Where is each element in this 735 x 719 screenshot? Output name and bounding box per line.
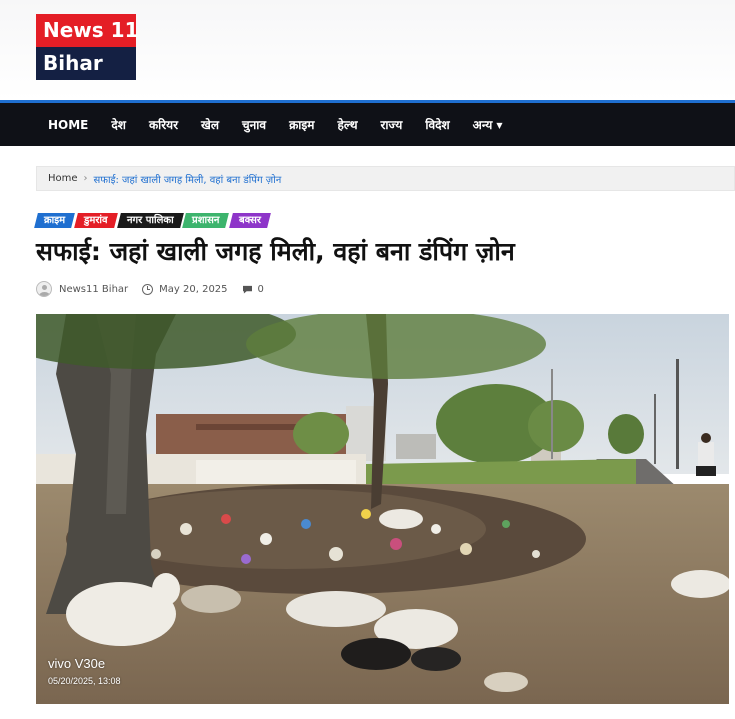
nav-item-videsh[interactable]: विदेश bbox=[425, 116, 449, 133]
main-nav: HOME देश करियर खेल चुनाव क्राइम हेल्थ रा… bbox=[0, 100, 735, 146]
tag-label: क्राइम bbox=[44, 215, 66, 226]
logo-text-top: News 11 bbox=[36, 14, 138, 47]
breadcrumb: Home › सफाई: जहां खाली जगह मिली, वहां बन… bbox=[36, 166, 735, 191]
tag-label: प्रशासन bbox=[192, 215, 220, 226]
tag-crime[interactable]: क्राइम bbox=[34, 213, 76, 228]
author-avatar[interactable] bbox=[36, 281, 52, 297]
nav-item-career[interactable]: करियर bbox=[149, 116, 178, 133]
logo-text-bottom: Bihar bbox=[36, 47, 136, 80]
breadcrumb-current: सफाई: जहां खाली जगह मिली, वहां बना डंपिं… bbox=[93, 174, 282, 186]
roadside-garbage-photo bbox=[36, 314, 729, 704]
site-header: News 11 Bihar bbox=[0, 0, 735, 100]
camera-watermark-model: vivo V30e bbox=[48, 656, 106, 671]
nav-item-khel[interactable]: खेल bbox=[201, 116, 219, 133]
tag-nagar-palika[interactable]: नगर पालिका bbox=[116, 213, 184, 228]
comment-icon bbox=[242, 285, 252, 294]
comment-count[interactable]: 0 bbox=[258, 284, 264, 295]
chevron-down-icon: ▼ bbox=[496, 121, 503, 130]
article-meta: News11 Bihar May 20, 2025 0 bbox=[36, 281, 264, 297]
category-tags: क्राइम डुमरांव नगर पालिका प्रशासन बक्सर bbox=[34, 213, 272, 228]
nav-item-anya-label: अन्य bbox=[472, 118, 493, 132]
tag-prashasan[interactable]: प्रशासन bbox=[182, 213, 230, 228]
nav-item-home[interactable]: HOME bbox=[48, 118, 88, 132]
tag-label: बक्सर bbox=[238, 215, 261, 226]
breadcrumb-home-link[interactable]: Home bbox=[48, 173, 78, 184]
nav-item-desh[interactable]: देश bbox=[111, 116, 126, 133]
article-title: सफाई: जहां खाली जगह मिली, वहां बना डंपिं… bbox=[36, 237, 515, 266]
nav-item-chunav[interactable]: चुनाव bbox=[242, 116, 266, 133]
tag-label: डुमरांव bbox=[84, 215, 108, 226]
tag-buxar[interactable]: बक्सर bbox=[228, 213, 271, 228]
chevron-right-icon: › bbox=[83, 173, 88, 184]
nav-item-rajya[interactable]: राज्य bbox=[381, 116, 403, 133]
nav-item-anya[interactable]: अन्य ▼ bbox=[473, 116, 503, 133]
article-featured-image: vivo V30e 05/20/2025, 13:08 bbox=[36, 314, 729, 704]
publish-date: May 20, 2025 bbox=[159, 283, 228, 295]
nav-item-health[interactable]: हेल्थ bbox=[337, 116, 357, 133]
camera-watermark-timestamp: 05/20/2025, 13:08 bbox=[48, 676, 121, 686]
author-name[interactable]: News11 Bihar bbox=[59, 284, 128, 295]
tag-dumraon[interactable]: डुमरांव bbox=[74, 213, 118, 228]
nav-item-crime[interactable]: क्राइम bbox=[289, 116, 314, 133]
clock-icon bbox=[142, 283, 154, 295]
site-logo[interactable]: News 11 Bihar bbox=[36, 14, 138, 80]
tag-label: नगर पालिका bbox=[126, 215, 174, 226]
